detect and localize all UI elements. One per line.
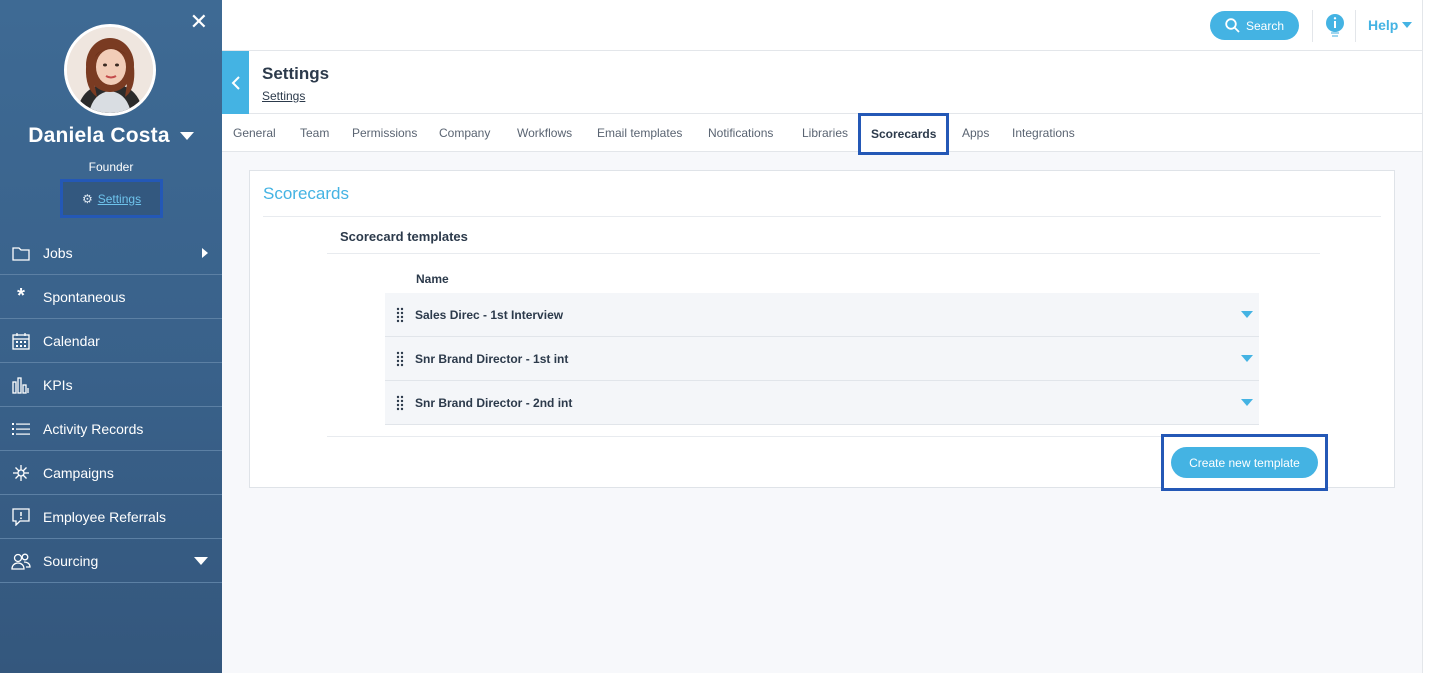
lightbulb-icon[interactable] [1325, 13, 1345, 39]
sidebar-item-label: Activity Records [43, 420, 144, 437]
divider [1355, 10, 1356, 42]
tab-company[interactable]: Company [439, 114, 490, 152]
sidebar-item-label: Spontaneous [43, 288, 126, 305]
template-name: Snr Brand Director - 2nd int [415, 395, 573, 410]
divider [1312, 10, 1313, 42]
tab-integrations[interactable]: Integrations [1012, 114, 1075, 152]
list-item[interactable]: Snr Brand Director - 1st int [385, 337, 1259, 381]
column-header-name: Name [416, 272, 449, 286]
help-label: Help [1368, 17, 1399, 33]
page-header: Settings Settings [222, 51, 1422, 114]
sparkle-icon [11, 463, 31, 483]
tab-general[interactable]: General [233, 114, 276, 152]
folder-icon [11, 243, 31, 263]
sidebar-item-label: Employee Referrals [43, 508, 166, 525]
template-list: Sales Direc - 1st Interview Snr Brand Di… [385, 293, 1259, 425]
close-icon[interactable]: ✕ [190, 11, 208, 33]
search-icon [1225, 18, 1240, 33]
chevron-down-icon[interactable] [1241, 355, 1253, 362]
drag-handle-icon[interactable] [385, 307, 415, 323]
page-title: Settings [262, 64, 330, 83]
card-title: Scorecards [263, 184, 349, 203]
search-button[interactable]: Search [1210, 11, 1299, 40]
sidebar-item-label: Campaigns [43, 464, 114, 481]
settings-link[interactable]: ⚙ Settings [60, 179, 163, 218]
settings-link-label: Settings [97, 191, 142, 206]
tab-permissions[interactable]: Permissions [352, 114, 417, 152]
sidebar-item-label: Sourcing [43, 552, 99, 569]
sidebar-item-employee-referrals[interactable]: Employee Referrals [0, 495, 222, 539]
list-item[interactable]: Snr Brand Director - 2nd int [385, 381, 1259, 425]
divider [263, 216, 1381, 217]
calendar-icon [11, 331, 31, 351]
chevron-left-icon [231, 75, 240, 90]
user-role: Founder [88, 160, 134, 174]
section-title: Scorecard templates [340, 229, 468, 244]
tab-email-templates[interactable]: Email templates [597, 114, 682, 152]
chevron-down-icon[interactable] [1241, 399, 1253, 406]
bar-chart-icon [11, 375, 31, 395]
sidebar-nav: Jobs * Spontaneous Calendar KPIs Activit… [0, 231, 222, 583]
sidebar: ✕ Daniela Costa Founder ⚙ Settings Jobs … [0, 0, 222, 673]
tab-apps[interactable]: Apps [962, 114, 989, 152]
divider [327, 253, 1320, 254]
help-menu[interactable]: Help [1368, 17, 1413, 33]
user-name: Daniela Costa [28, 124, 170, 147]
create-button-highlight: Create new template [1161, 434, 1328, 491]
sidebar-item-sourcing[interactable]: Sourcing [0, 539, 222, 583]
sidebar-item-label: KPIs [43, 376, 73, 393]
sidebar-item-campaigns[interactable]: Campaigns [0, 451, 222, 495]
scorecards-card: Scorecards Scorecard templates Name Sale… [249, 170, 1395, 491]
search-button-label: Search [1245, 18, 1285, 33]
gear-icon: ⚙ [81, 191, 93, 206]
chevron-down-icon [1402, 22, 1413, 28]
chevron-down-icon [179, 132, 194, 140]
tab-scorecards[interactable]: Scorecards [858, 113, 950, 155]
asterisk-icon: * [17, 285, 25, 307]
breadcrumb[interactable]: Settings [262, 89, 305, 103]
tab-libraries[interactable]: Libraries [802, 114, 848, 152]
sidebar-item-label: Jobs [43, 244, 73, 261]
chevron-down-icon [194, 556, 208, 565]
sidebar-item-activity-records[interactable]: Activity Records [0, 407, 222, 451]
create-new-template-button[interactable]: Create new template [1171, 447, 1318, 478]
avatar[interactable] [64, 24, 156, 116]
drag-handle-icon[interactable] [385, 351, 415, 367]
user-menu[interactable]: Daniela Costa [0, 124, 222, 148]
drag-handle-icon[interactable] [385, 395, 415, 411]
back-button[interactable] [222, 51, 249, 114]
sidebar-item-jobs[interactable]: Jobs [0, 231, 222, 275]
settings-tabs: General Team Permissions Company Workflo… [222, 113, 1422, 155]
tab-workflows[interactable]: Workflows [517, 114, 572, 152]
scrollbar[interactable] [1422, 0, 1435, 673]
tab-team[interactable]: Team [300, 114, 329, 152]
sidebar-item-calendar[interactable]: Calendar [0, 319, 222, 363]
top-bar: Search Help [222, 0, 1422, 51]
tab-notifications[interactable]: Notifications [708, 114, 773, 152]
sidebar-item-kpis[interactable]: KPIs [0, 363, 222, 407]
chat-icon [11, 507, 31, 527]
chevron-down-icon[interactable] [1241, 311, 1253, 318]
people-icon [11, 551, 31, 571]
template-name: Snr Brand Director - 1st int [415, 351, 569, 366]
template-name: Sales Direc - 1st Interview [415, 307, 564, 322]
sidebar-item-spontaneous[interactable]: * Spontaneous [0, 275, 222, 319]
sidebar-item-label: Calendar [43, 332, 100, 349]
chevron-right-icon [202, 247, 208, 258]
list-icon [11, 419, 31, 439]
list-item[interactable]: Sales Direc - 1st Interview [385, 293, 1259, 337]
